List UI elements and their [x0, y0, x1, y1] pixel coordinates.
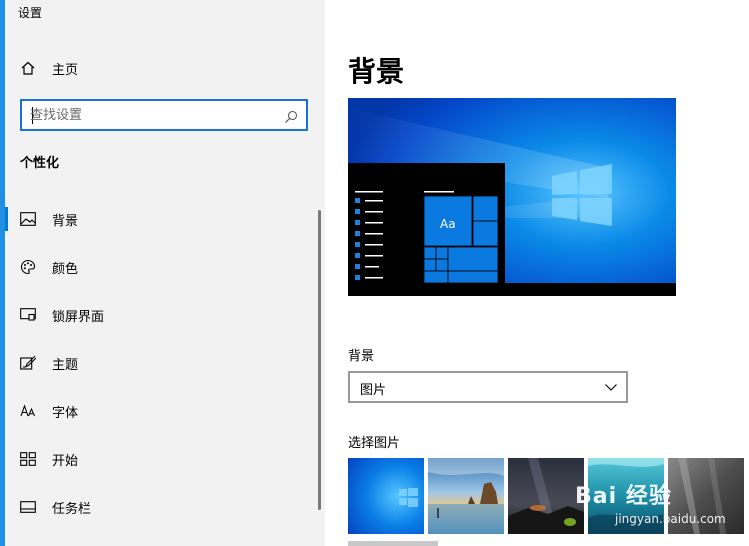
home-label: 主页	[52, 62, 79, 78]
night-sky-thumb[interactable]	[508, 458, 584, 534]
sidebar: 设置 主页 个性化 背景 颜色 锁屏界面 主	[0, 0, 325, 546]
choose-picture-label: 选择图片	[348, 436, 401, 451]
thumbnail-scrollbar[interactable]	[348, 541, 438, 546]
watermark-line1: Bai 经验	[575, 484, 672, 509]
sidebar-item-fonts[interactable]: 字体	[0, 391, 320, 431]
sidebar-scrollbar[interactable]	[318, 210, 321, 510]
taskbar-icon	[20, 499, 36, 515]
page-title: 背景	[348, 55, 405, 88]
sidebar-item-label: 背景	[52, 213, 79, 229]
coast-rocks-thumb[interactable]	[428, 458, 504, 534]
sidebar-item-colors[interactable]: 颜色	[0, 247, 320, 287]
sidebar-item-label: 字体	[52, 405, 79, 421]
search-box[interactable]	[20, 99, 308, 131]
sidebar-item-label: 颜色	[52, 261, 79, 277]
sidebar-item-lock-screen[interactable]: 锁屏界面	[0, 295, 320, 335]
background-type-value: 图片	[360, 383, 387, 398]
desktop-preview: Aa	[348, 98, 676, 296]
font-icon	[20, 403, 36, 419]
home-nav-item[interactable]: 主页	[0, 48, 320, 88]
section-title: 个性化	[20, 156, 60, 171]
windows-blue-thumb[interactable]	[348, 458, 424, 534]
lock-screen-icon	[20, 307, 36, 323]
search-icon[interactable]	[284, 109, 298, 128]
sidebar-item-label: 主题	[52, 357, 79, 373]
sidebar-item-label: 任务栏	[52, 501, 92, 517]
sidebar-item-start[interactable]: 开始	[0, 439, 320, 479]
app-title: 设置	[18, 6, 43, 20]
sidebar-item-taskbar[interactable]: 任务栏	[0, 487, 320, 527]
home-icon	[20, 60, 36, 76]
baidu-jingyan-watermark: Bai 经验 jingyan.baidu.com	[575, 478, 726, 526]
sidebar-item-themes[interactable]: 主题	[0, 343, 320, 383]
chevron-down-icon	[604, 379, 618, 398]
preview-tile-text: Aa	[440, 217, 456, 231]
image-icon	[20, 211, 36, 227]
sidebar-item-label: 开始	[52, 453, 79, 469]
search-input[interactable]	[30, 106, 280, 124]
background-label: 背景	[348, 349, 375, 364]
start-grid-icon	[20, 451, 36, 467]
sidebar-item-background[interactable]: 背景	[0, 199, 320, 239]
palette-icon	[20, 259, 36, 275]
watermark-line2: jingyan.baidu.com	[615, 512, 726, 526]
theme-brush-icon	[20, 355, 36, 371]
background-type-dropdown[interactable]: 图片	[348, 371, 628, 403]
sidebar-item-label: 锁屏界面	[52, 309, 105, 325]
